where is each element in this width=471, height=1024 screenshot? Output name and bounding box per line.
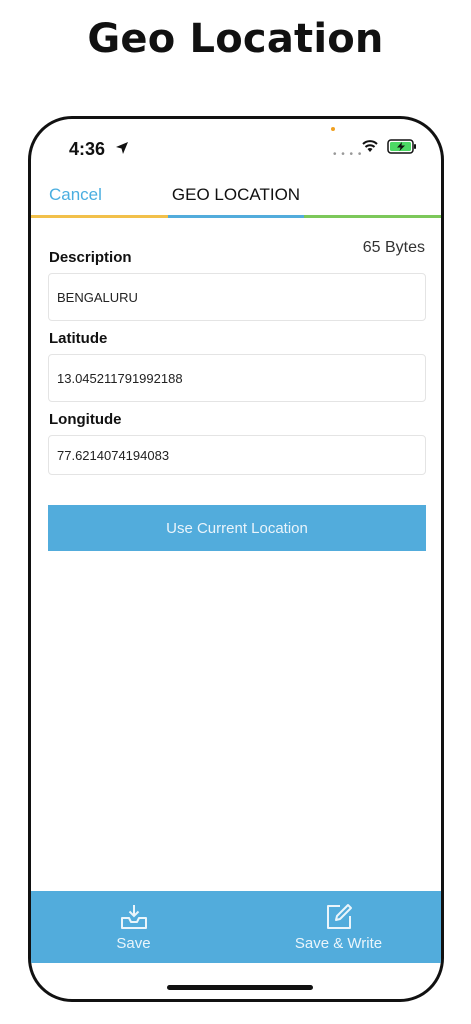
- underline-segment-blue: [167, 215, 305, 218]
- save-write-button[interactable]: Save & Write: [236, 891, 441, 963]
- status-time: 4:36: [69, 139, 106, 159]
- page-title: GEO LOCATION: [171, 185, 301, 204]
- save-label: Save: [116, 934, 151, 952]
- longitude-label: Longitude: [49, 411, 122, 428]
- save-button[interactable]: Save: [31, 891, 236, 963]
- phone-frame: 4:36 • • • • Cancel GEO LOCATION 65 Byte…: [28, 116, 444, 1002]
- bottom-toolbar: Save Save & Write: [31, 891, 441, 963]
- location-arrow-icon: [116, 142, 128, 154]
- underline-segment-green: [304, 215, 441, 218]
- status-bar: 4:36 • • • •: [31, 119, 441, 179]
- wifi-icon: [362, 140, 378, 152]
- inbox-download-icon: [120, 904, 147, 929]
- nav-underline: [31, 215, 441, 218]
- latitude-field[interactable]: 13.045211791992188: [48, 354, 426, 402]
- battery-charging-icon: [387, 139, 416, 154]
- save-write-label: Save & Write: [294, 934, 383, 952]
- navigation-bar: Cancel GEO LOCATION: [31, 179, 441, 219]
- home-indicator: [167, 985, 313, 990]
- underline-segment-yellow: [31, 215, 168, 218]
- edit-square-icon: [326, 903, 352, 929]
- description-label: Description: [49, 249, 132, 266]
- signal-dots-icon: • • • •: [333, 149, 363, 160]
- promo-title: Geo Location: [87, 16, 384, 62]
- use-current-location-button[interactable]: Use Current Location: [48, 505, 426, 551]
- longitude-field[interactable]: 77.6214074194083: [48, 435, 426, 475]
- privacy-indicator-dot: [331, 127, 335, 131]
- description-field[interactable]: BENGALURU: [48, 273, 426, 321]
- bytes-counter: 65 Bytes: [362, 239, 425, 256]
- latitude-label: Latitude: [49, 330, 108, 347]
